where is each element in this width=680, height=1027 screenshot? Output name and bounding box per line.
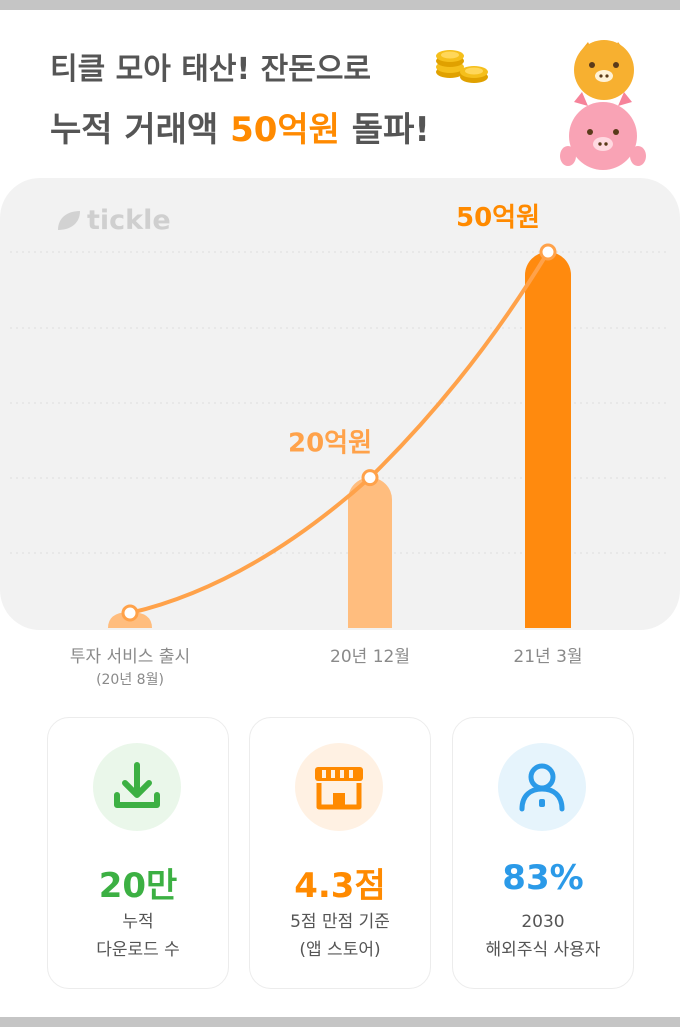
stat-card-rating: 4.3점 5점 만점 기준 (앱 스토어) (249, 717, 431, 989)
stat-desc-line1: 2030 (521, 912, 565, 932)
download-icon-circle (93, 743, 181, 831)
x-sublabel-launch: (20년 8월) (96, 672, 164, 688)
stat-desc-rating: 5점 만점 기준 (앱 스토어) (250, 908, 430, 964)
x-label-mar-2021: 21년 3월 (513, 647, 583, 667)
stat-card-users: 83% 2030 해외주식 사용자 (452, 717, 634, 989)
x-label-dec-2020: 20년 12월 (330, 647, 410, 667)
stat-value-rating: 4.3점 (294, 866, 386, 906)
stat-value-users: 83% (502, 858, 584, 898)
data-label-2: 50억원 (456, 203, 540, 233)
stat-desc-downloads: 누적 다운로드 수 (48, 908, 228, 964)
store-icon-circle (295, 743, 383, 831)
data-point-1 (361, 469, 379, 487)
x-label-launch: 투자 서비스 출시 (69, 647, 191, 667)
bottom-border (0, 1017, 680, 1027)
stat-card-downloads: 20만 누적 다운로드 수 (47, 717, 229, 989)
bar-1 (348, 477, 392, 628)
growth-chart: 20억원 50억원 (10, 203, 670, 628)
user-icon-circle (498, 743, 586, 831)
data-label-1: 20억원 (288, 429, 372, 459)
stat-desc-line2: 해외주식 사용자 (485, 940, 601, 960)
bar-2 (525, 252, 571, 628)
data-point-0 (121, 604, 139, 622)
stat-desc-line2: (앱 스토어) (299, 940, 381, 960)
stat-desc-line2: 다운로드 수 (96, 940, 180, 960)
stat-value-downloads: 20만 (98, 866, 178, 906)
stat-desc-line1: 5점 만점 기준 (290, 912, 390, 932)
user-icon (519, 763, 565, 812)
stat-desc-line1: 누적 (122, 912, 154, 932)
data-point-2 (539, 243, 557, 261)
download-icon (114, 762, 160, 808)
stat-desc-users: 2030 해외주식 사용자 (453, 908, 633, 964)
store-icon (315, 767, 363, 810)
